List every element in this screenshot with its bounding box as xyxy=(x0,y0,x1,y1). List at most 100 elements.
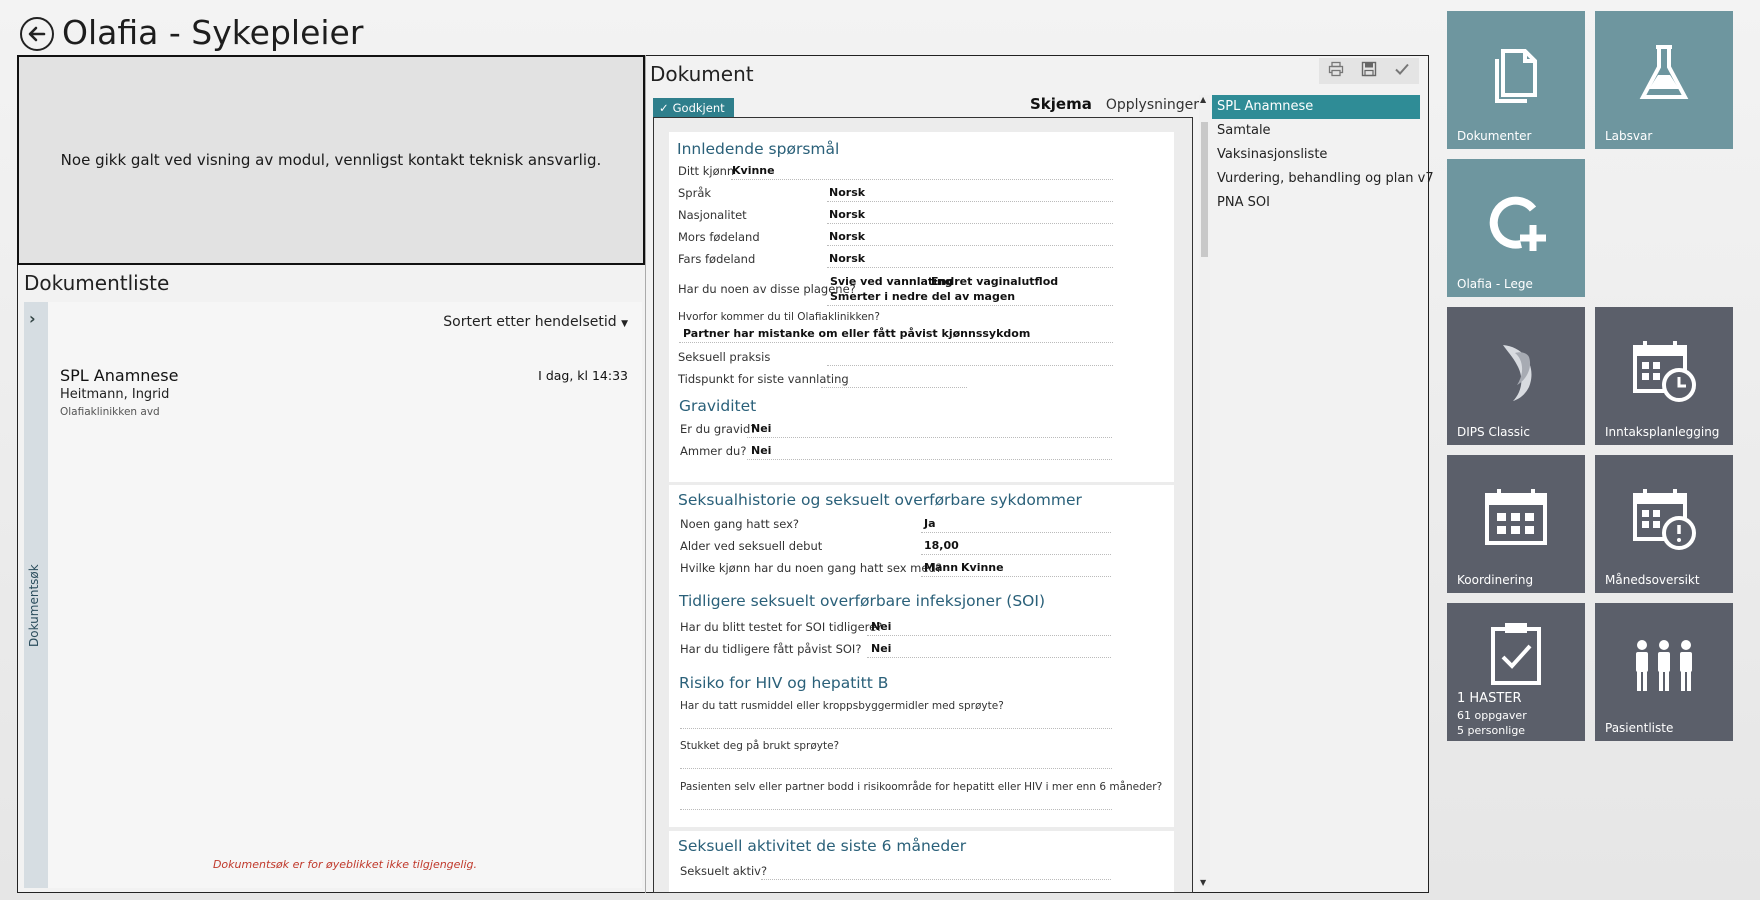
answer-value[interactable]: Endret vaginalutflod xyxy=(931,275,1058,288)
question-label: Har du tatt rusmiddel eller kroppsbygger… xyxy=(680,700,1004,712)
tile-koordinering[interactable]: Koordinering xyxy=(1447,455,1585,593)
error-panel: Noe gikk galt ved visning av modul, venn… xyxy=(17,55,645,265)
answer-value[interactable]: Nei xyxy=(751,422,771,435)
form-area: Innledende spørsmål Ditt kjønn Kvinne Sp… xyxy=(653,117,1193,893)
chevron-right-icon[interactable]: › xyxy=(29,309,36,328)
back-button[interactable] xyxy=(20,17,54,51)
section-title: Seksuell aktivitet de siste 6 måneder xyxy=(678,837,967,855)
tab-opplysninger[interactable]: Opplysninger xyxy=(1106,97,1199,113)
check-icon[interactable] xyxy=(1394,61,1410,81)
question-label: Hvilke kjønn har du noen gang hatt sex m… xyxy=(680,561,942,575)
form-section-seksualhistorie: Seksualhistorie og seksuelt overførbare … xyxy=(669,485,1174,827)
answer-value[interactable]: Norsk xyxy=(829,230,865,243)
tab-skjema[interactable]: Skjema xyxy=(1030,95,1092,113)
nav-item-spl-anamnese[interactable]: SPL Anamnese xyxy=(1212,95,1420,119)
form-section-seksuell-aktivitet: Seksuell aktivitet de siste 6 måneder Se… xyxy=(669,831,1174,892)
question-label: Ammer du? xyxy=(680,444,747,458)
dips-logo-icon xyxy=(1503,345,1532,401)
answer-value[interactable]: Nei xyxy=(751,444,771,457)
tile-olafia-lege[interactable]: Olafia - Lege xyxy=(1447,159,1585,297)
subsection-title: Tidligere seksuelt overførbare infeksjon… xyxy=(679,592,1045,610)
panel-divider xyxy=(645,55,646,893)
tile-label: Månedsoversikt xyxy=(1605,573,1700,587)
arrow-left-icon xyxy=(28,26,46,42)
tile-dips-classic[interactable]: DIPS Classic xyxy=(1447,307,1585,445)
tile-label: Pasientliste xyxy=(1605,721,1674,735)
doc-item-unit: Olafiaklinikken avd xyxy=(60,406,160,418)
tile-oppgaver[interactable]: 1 HASTER 61 oppgaver 5 personlige xyxy=(1447,603,1585,741)
document-title: Dokument xyxy=(650,62,754,86)
answer-value[interactable]: Norsk xyxy=(829,186,865,199)
tile-inntaksplanlegging[interactable]: Inntaksplanlegging xyxy=(1595,307,1733,445)
question-label: Hvorfor kommer du til Olafiaklinikken? xyxy=(678,311,880,323)
doclist-unavailable-message: Dokumentsøk er for øyeblikket ikke tilgj… xyxy=(212,858,478,871)
doc-item-author: Heitmann, Ingrid xyxy=(60,387,170,402)
scroll-thumb[interactable] xyxy=(1201,122,1208,257)
nav-item-vurdering[interactable]: Vurdering, behandling og plan v7 xyxy=(1212,167,1434,191)
scroll-up-icon[interactable]: ▲ xyxy=(1200,95,1206,104)
answer-value[interactable]: 18,00 xyxy=(924,539,959,552)
form-scrollbar[interactable]: ▲ ▼ xyxy=(1199,95,1210,887)
answer-value[interactable]: Kvinne xyxy=(732,164,775,177)
question-label: Alder ved seksuell debut xyxy=(680,539,823,553)
tile-label: Dokumenter xyxy=(1457,129,1532,143)
sort-label: Sortert etter hendelsetid xyxy=(443,314,617,330)
question-label: Seksuell praksis xyxy=(678,350,771,364)
tile-labsvar[interactable]: Labsvar xyxy=(1595,11,1733,149)
tile-label: 1 HASTER xyxy=(1457,691,1522,706)
doclist-search-sidebar[interactable]: › Dokumentsøk xyxy=(24,302,48,888)
app-title: Olafia - Sykepleier xyxy=(62,13,364,52)
status-badge-label: Godkjent xyxy=(672,100,725,115)
nav-item-pna-soi[interactable]: PNA SOI xyxy=(1212,191,1420,215)
answer-value[interactable]: Norsk xyxy=(829,208,865,221)
add-module-icon xyxy=(1489,196,1546,251)
view-tabs: Skjema Opplysninger xyxy=(1030,95,1199,113)
sort-dropdown[interactable]: Sortert etter hendelsetid ▼ xyxy=(443,314,628,330)
question-label: Stukket deg på brukt sprøyte? xyxy=(680,740,840,752)
check-icon: ✓ xyxy=(659,100,669,115)
caret-down-icon: ▼ xyxy=(621,319,628,329)
doc-item-time: I dag, kl 14:33 xyxy=(538,368,628,383)
answer-value[interactable]: Smerter i nedre del av magen xyxy=(830,290,1015,303)
tile-label: Labsvar xyxy=(1605,129,1653,143)
calendar-icon xyxy=(1485,489,1547,545)
save-icon[interactable] xyxy=(1361,61,1377,81)
question-label: Seksuelt aktiv? xyxy=(680,864,768,878)
tile-dokumenter[interactable]: Dokumenter xyxy=(1447,11,1585,149)
document-toolbar xyxy=(1319,58,1419,84)
answer-value[interactable]: Nei xyxy=(871,620,891,633)
status-badge[interactable]: ✓ Godkjent xyxy=(653,98,734,117)
tile-pasientliste[interactable]: Pasientliste xyxy=(1595,603,1733,741)
scroll-down-icon[interactable]: ▼ xyxy=(1200,878,1206,887)
subsection-title: Graviditet xyxy=(679,397,757,415)
form-section-innledende: Innledende spørsmål Ditt kjønn Kvinne Sp… xyxy=(669,132,1174,482)
document-nav-list: SPL Anamnese Samtale Vaksinasjonsliste V… xyxy=(1212,95,1434,215)
error-message: Noe gikk galt ved visning av modul, venn… xyxy=(60,151,602,169)
tile-label: Inntaksplanlegging xyxy=(1605,425,1720,439)
answer-value[interactable]: Nei xyxy=(871,642,891,655)
tile-label: DIPS Classic xyxy=(1457,425,1530,439)
tile-sublabel: 61 oppgaver xyxy=(1457,709,1527,722)
question-label: Har du tidligere fått påvist SOI? xyxy=(680,642,862,656)
nav-item-samtale[interactable]: Samtale xyxy=(1212,119,1420,143)
answer-value[interactable]: Ja xyxy=(924,517,936,530)
tile-label: Olafia - Lege xyxy=(1457,277,1533,291)
question-label: Ditt kjønn xyxy=(678,164,735,178)
calendar-alert-icon xyxy=(1633,489,1696,550)
answer-value[interactable]: Kvinne xyxy=(961,561,1004,574)
section-title: Seksualhistorie og seksuelt overførbare … xyxy=(678,491,1082,509)
answer-value[interactable]: Norsk xyxy=(829,252,865,265)
nav-item-vaksinasjonsliste[interactable]: Vaksinasjonsliste xyxy=(1212,143,1420,167)
printer-icon[interactable] xyxy=(1328,61,1344,81)
tile-manedsoversikt[interactable]: Månedsoversikt xyxy=(1595,455,1733,593)
list-item[interactable]: SPL Anamnese I dag, kl 14:33 Heitmann, I… xyxy=(48,360,642,420)
doclist-title: Dokumentliste xyxy=(24,271,170,295)
question-label: Språk xyxy=(678,186,712,200)
doclist-search-label: Dokumentsøk xyxy=(27,564,41,647)
section-title: Innledende spørsmål xyxy=(677,140,840,158)
doc-item-name: SPL Anamnese xyxy=(60,366,179,385)
calendar-clock-icon xyxy=(1633,341,1696,402)
question-label: Mors fødeland xyxy=(678,230,760,244)
answer-value[interactable]: Partner har mistanke om eller fått påvis… xyxy=(683,327,1030,340)
answer-value[interactable]: Mann xyxy=(924,561,958,574)
